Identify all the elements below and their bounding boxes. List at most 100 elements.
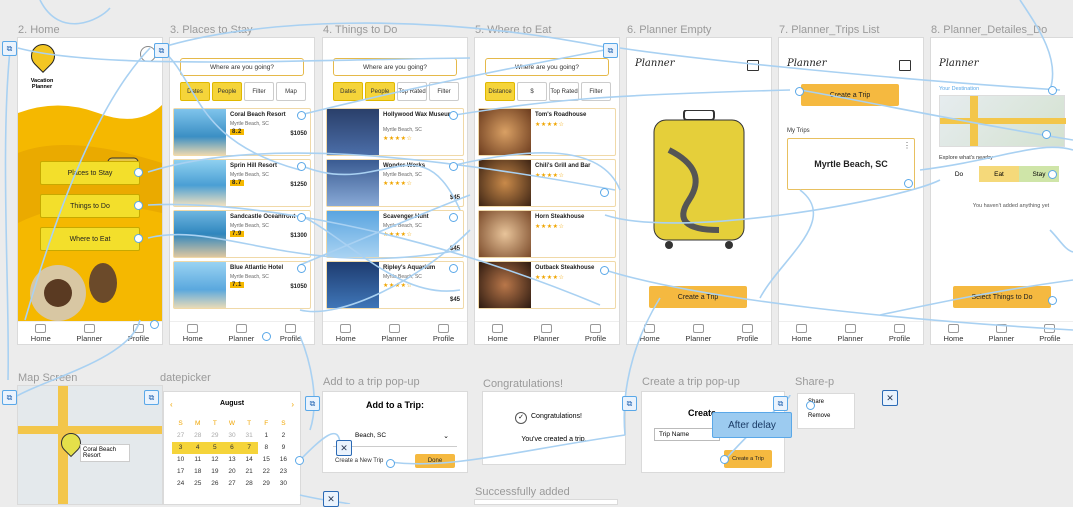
places-chip-dates[interactable]: Dates	[180, 82, 210, 101]
calendar-day[interactable]: 27	[223, 478, 240, 490]
things-card[interactable]: Hollywood Wax Museum Myrtle Beach, SC ★★…	[326, 108, 464, 156]
nav-home[interactable]: Home	[31, 323, 51, 343]
calendar-day[interactable]: 16	[275, 454, 292, 466]
places-search-input[interactable]: Where are you going?	[180, 58, 304, 76]
calendar-day[interactable]: 15	[258, 454, 275, 466]
calendar-day[interactable]: 22	[258, 466, 275, 478]
calendar-day[interactable]: 1	[258, 430, 275, 442]
nav-home[interactable]: Home	[183, 323, 203, 343]
destination-map[interactable]	[939, 95, 1066, 147]
things-chip-people[interactable]: People	[365, 82, 395, 101]
calendar-day[interactable]: 13	[223, 454, 240, 466]
hotspot-icon[interactable]: ⧉	[2, 41, 17, 56]
close-icon[interactable]: ✕	[882, 390, 898, 406]
calendar-day[interactable]: 10	[172, 454, 189, 466]
calendar-day[interactable]: 20	[223, 466, 240, 478]
hotspot-icon[interactable]: ⧉	[603, 43, 618, 58]
things-search-input[interactable]: Where are you going?	[333, 58, 457, 76]
nav-profile[interactable]: Profile	[585, 323, 606, 343]
nav-profile[interactable]: Profile	[433, 323, 454, 343]
nav-planner[interactable]: Planner	[76, 323, 102, 343]
nav-profile[interactable]: Profile	[889, 323, 910, 343]
create-new-trip-link[interactable]: Create a New Trip	[335, 458, 383, 464]
nav-profile[interactable]: Profile	[737, 323, 758, 343]
calendar-day[interactable]: 28	[241, 478, 258, 490]
nav-profile[interactable]: Profile	[280, 323, 301, 343]
things-to-do-button[interactable]: Things to Do	[40, 194, 140, 218]
calendar-icon[interactable]	[899, 60, 911, 71]
nav-home[interactable]: Home	[792, 323, 812, 343]
calendar-day[interactable]: 29	[206, 430, 223, 442]
hotspot-icon[interactable]: ⧉	[773, 396, 788, 411]
remove-option[interactable]: Remove	[808, 413, 830, 419]
places-chip-map[interactable]: Map	[276, 82, 306, 101]
close-icon[interactable]: ✕	[323, 491, 339, 507]
eat-search-input[interactable]: Where are you going?	[485, 58, 609, 76]
places-card[interactable]: Blue Atlantic Hotel Myrtle Beach, SC 7.1…	[173, 261, 311, 309]
hotspot-icon[interactable]: ⧉	[2, 390, 17, 405]
calendar-day[interactable]: 27	[172, 430, 189, 442]
done-button[interactable]: Done	[415, 454, 455, 468]
nav-home[interactable]: Home	[943, 323, 963, 343]
calendar-day[interactable]: 19	[206, 466, 223, 478]
calendar-day[interactable]: 26	[206, 478, 223, 490]
trip-name-input[interactable]: Trip Name	[654, 428, 720, 441]
hotspot-icon[interactable]: ⧉	[305, 396, 320, 411]
nav-planner[interactable]: Planner	[533, 323, 559, 343]
calendar-day[interactable]: 5	[206, 442, 224, 454]
create-trip-button[interactable]: Create a Trip	[801, 84, 899, 106]
nav-profile[interactable]: Profile	[1039, 323, 1061, 343]
calendar-day[interactable]: 12	[206, 454, 223, 466]
nav-planner[interactable]: Planner	[837, 323, 863, 343]
tab-do[interactable]: Do	[939, 166, 979, 182]
eat-chip-distance[interactable]: Distance	[485, 82, 515, 101]
calendar-day[interactable]: 9	[275, 442, 292, 454]
calendar-day[interactable]: 17	[172, 466, 189, 478]
calendar-day[interactable]: 8	[258, 442, 275, 454]
select-things-button[interactable]: Select Things to Do	[953, 286, 1051, 308]
calendar-day[interactable]: 14	[241, 454, 258, 466]
eat-chip-price[interactable]: $	[517, 82, 547, 101]
calendar-day[interactable]: 29	[258, 478, 275, 490]
close-icon[interactable]: ✕	[336, 440, 352, 456]
eat-card[interactable]: Chili's Grill and Bar ★★★★☆	[478, 159, 616, 207]
calendar-day[interactable]: 28	[189, 430, 206, 442]
places-to-stay-button[interactable]: Places to Stay	[40, 161, 140, 185]
next-month-icon[interactable]: ›	[291, 400, 294, 409]
more-options-icon[interactable]: ⋮	[903, 141, 911, 150]
calendar-day[interactable]: 18	[189, 466, 206, 478]
calendar-day[interactable]: 11	[189, 454, 206, 466]
calendar-day[interactable]: 2	[275, 430, 292, 442]
eat-chip-filter[interactable]: Filter	[581, 82, 611, 101]
nav-planner[interactable]: Planner	[228, 323, 254, 343]
tab-eat[interactable]: Eat	[979, 166, 1019, 182]
eat-chip-top-rated[interactable]: Top Rated	[549, 82, 579, 101]
eat-card[interactable]: Tom's Roadhouse ★★★★☆	[478, 108, 616, 156]
nav-planner[interactable]: Planner	[685, 323, 711, 343]
calendar-day[interactable]: 4	[189, 442, 207, 454]
calendar-day[interactable]: 21	[241, 466, 258, 478]
calendar-day[interactable]: 30	[223, 430, 240, 442]
calendar-day[interactable]: 7	[240, 442, 258, 454]
calendar-day[interactable]: 24	[172, 478, 189, 490]
calendar-icon[interactable]	[747, 60, 759, 71]
places-card[interactable]: Coral Beach Resort Myrtle Beach, SC 8.2 …	[173, 108, 311, 156]
nav-profile[interactable]: Profile	[128, 323, 149, 343]
calendar-day[interactable]: 6	[223, 442, 241, 454]
nav-home[interactable]: Home	[336, 323, 356, 343]
hotspot-icon[interactable]: ⧉	[144, 390, 159, 405]
calendar-day[interactable]: 23	[275, 466, 292, 478]
places-chip-filter[interactable]: Filter	[244, 82, 274, 101]
nav-planner[interactable]: Planner	[988, 323, 1014, 343]
nav-home[interactable]: Home	[488, 323, 508, 343]
hotspot-icon[interactable]: ⧉	[622, 396, 637, 411]
nav-home[interactable]: Home	[640, 323, 660, 343]
eat-card[interactable]: Horn Steakhouse ★★★★☆	[478, 210, 616, 258]
nav-planner[interactable]: Planner	[381, 323, 407, 343]
calendar-day[interactable]: 3	[172, 442, 190, 454]
things-chip-filter[interactable]: Filter	[429, 82, 459, 101]
things-chip-dates[interactable]: Dates	[333, 82, 363, 101]
things-card[interactable]: Scavenger Hunt Myrtle Beach, SC ★★★★☆ $4…	[326, 210, 464, 258]
trip-card[interactable]: Myrtle Beach, SC	[787, 138, 915, 190]
calendar-day[interactable]: 25	[189, 478, 206, 490]
